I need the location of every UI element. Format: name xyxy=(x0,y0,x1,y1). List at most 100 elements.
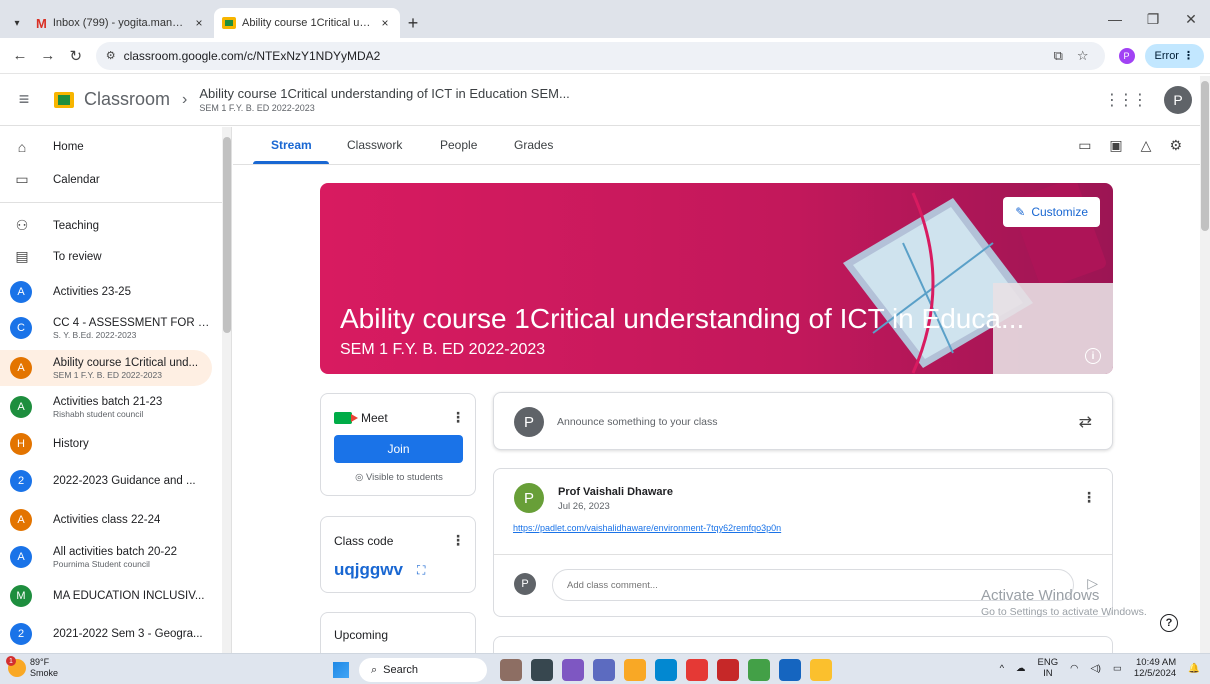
calendar-icon[interactable]: ▣ xyxy=(1109,137,1122,154)
sidebar-scrollbar[interactable] xyxy=(222,127,231,653)
taskbar-app-word-icon[interactable] xyxy=(779,659,801,681)
weather-widget[interactable]: 1 89°F Smoke xyxy=(6,656,58,679)
class-subtitle: SEM 1 F.Y. B. ED 2022-2023 xyxy=(199,103,315,113)
class-banner: ✎ Customize Ability course 1Critical und… xyxy=(320,183,1113,374)
sidebar-class-item[interactable]: A Activities class 22-24 xyxy=(0,502,212,538)
tab-title: Inbox (799) - yogita.mandole@... xyxy=(52,17,186,29)
tab-people[interactable]: People xyxy=(440,138,477,152)
more-vert-icon[interactable]: ⋮ xyxy=(451,409,465,426)
sidebar-class-item-active[interactable]: A Ability course 1Critical und... SEM 1 F… xyxy=(0,350,212,386)
class-code-label: Class code xyxy=(334,534,394,548)
reload-icon[interactable]: ↻ xyxy=(62,42,90,70)
sidebar-class-item[interactable]: A All activities batch 20-22 Pournima Stu… xyxy=(0,539,212,575)
sidebar-item-label: Home xyxy=(53,141,84,153)
taskbar-app-edge-icon[interactable] xyxy=(655,659,677,681)
wifi-icon[interactable]: ◠ xyxy=(1070,663,1078,674)
sidebar-class-item[interactable]: C CC 4 - ASSESSMENT FOR L... S. Y. B.Ed. … xyxy=(0,310,212,346)
taskbar-app-acrobat-icon[interactable] xyxy=(717,659,739,681)
class-name: 2021-2022 Sem 3 - Geogra... xyxy=(53,628,203,640)
bookmark-star-icon[interactable]: ☆ xyxy=(1077,48,1089,64)
taskbar-app-copilot-icon[interactable] xyxy=(562,659,584,681)
browser-tab-gmail[interactable]: M Inbox (799) - yogita.mandole@... × xyxy=(28,8,214,38)
weather-badge: 1 xyxy=(6,656,16,666)
sidebar-class-item[interactable]: A Activities batch 21-23 Rishabh student … xyxy=(0,389,212,425)
tab-close-icon[interactable]: × xyxy=(378,16,392,30)
breadcrumb: Ability course 1Critical understanding o… xyxy=(199,86,569,113)
main-menu-icon[interactable]: ≡ xyxy=(0,89,48,110)
clock[interactable]: 10:49 AM 12/5/2024 xyxy=(1134,657,1176,679)
sidebar-item-teaching[interactable]: ⚇ Teaching xyxy=(0,217,218,234)
class-name: Ability course 1Critical und... xyxy=(53,356,199,369)
chevron-up-icon[interactable]: ^ xyxy=(1000,663,1004,674)
sidebar-item-home[interactable]: ⌂ Home xyxy=(0,139,218,155)
class-code-value: uqjggwv xyxy=(334,560,403,579)
tab-classwork[interactable]: Classwork xyxy=(347,138,402,152)
taskbar-search[interactable]: ⌕ Search xyxy=(359,658,487,682)
join-button[interactable]: Join xyxy=(334,435,463,463)
customize-label: Customize xyxy=(1031,205,1088,219)
avatar[interactable]: P xyxy=(1164,86,1192,114)
sidebar-class-item[interactable]: 2 2022-2023 Guidance and ... xyxy=(0,463,212,499)
language-indicator[interactable]: ENG IN xyxy=(1038,657,1059,679)
site-info-icon[interactable]: ⚙ xyxy=(106,49,116,62)
taskbar-app-chrome-icon[interactable] xyxy=(686,659,708,681)
fullscreen-icon[interactable]: ⛶ xyxy=(417,563,425,578)
announce-prompt[interactable]: Announce something to your class xyxy=(557,416,718,428)
help-icon[interactable]: ? xyxy=(1160,614,1178,632)
sidebar-class-item[interactable]: A Activities 23-25 xyxy=(0,274,212,310)
sidebar-item-calendar[interactable]: ▭ Calendar xyxy=(0,171,218,188)
more-vert-icon[interactable]: ⋮ xyxy=(1082,489,1096,506)
onedrive-icon[interactable]: ☁ xyxy=(1016,663,1026,674)
tab-search-icon[interactable]: ▾ xyxy=(6,8,28,38)
browser-profile-avatar[interactable]: P xyxy=(1118,47,1135,64)
taskbar-app-chrome-2-icon[interactable] xyxy=(810,659,832,681)
app-name[interactable]: Classroom xyxy=(84,89,170,110)
notification-bell-icon[interactable]: 🔔 xyxy=(1188,663,1200,674)
google-apps-icon[interactable]: ⋮⋮⋮ xyxy=(1104,90,1148,110)
post-link[interactable]: https://padlet.com/vaishalidhaware/envir… xyxy=(513,523,781,533)
forward-icon[interactable]: → xyxy=(34,42,62,70)
clock-time: 10:49 AM xyxy=(1136,657,1177,668)
customize-button[interactable]: ✎ Customize xyxy=(1003,197,1100,227)
windows-start-icon[interactable] xyxy=(333,662,349,678)
tab-grades[interactable]: Grades xyxy=(514,138,553,152)
restore-icon[interactable]: ❐ xyxy=(1134,0,1172,38)
omnibox[interactable]: ⚙ classroom.google.com/c/NTExNzY1NDYyMDA… xyxy=(95,41,1105,70)
minimize-icon[interactable]: — xyxy=(1096,0,1134,38)
taskbar-app-chrome-profile-icon[interactable] xyxy=(748,659,770,681)
repost-icon[interactable]: ⇄ xyxy=(1079,412,1092,432)
drive-icon[interactable]: △ xyxy=(1141,137,1152,154)
upcoming-label: Upcoming xyxy=(334,628,389,642)
sidebar-class-item[interactable]: M MA EDUCATION INCLUSIV... xyxy=(0,578,212,614)
taskbar-app-explorer-icon[interactable] xyxy=(624,659,646,681)
visible-to-students-note: ◎ Visible to students xyxy=(321,472,477,483)
more-vert-icon[interactable]: ⋮ xyxy=(451,532,465,549)
info-icon[interactable]: i xyxy=(1085,348,1101,364)
sidebar-class-item[interactable]: 2 2021-2022 Sem 3 - Geogra... xyxy=(0,616,212,652)
cast-icon[interactable]: ⧉ xyxy=(1054,48,1063,64)
video-call-icon[interactable]: ▭ xyxy=(1078,137,1091,154)
scrollbar-thumb[interactable] xyxy=(1201,81,1209,231)
close-window-icon[interactable]: ✕ xyxy=(1172,0,1210,38)
volume-icon[interactable]: ◁) xyxy=(1090,663,1100,674)
scrollbar-thumb[interactable] xyxy=(223,137,231,333)
meet-icon xyxy=(334,412,358,424)
main-scrollbar[interactable] xyxy=(1200,76,1210,653)
url-text[interactable]: classroom.google.com/c/NTExNzY1NDYyMDA2 xyxy=(124,49,1046,63)
sidebar-item-to-review[interactable]: ▤ To review xyxy=(0,248,218,265)
error-button[interactable]: Error ⋮ xyxy=(1144,43,1204,68)
back-icon[interactable]: ← xyxy=(6,42,34,70)
announce-card[interactable]: P Announce something to your class ⇄ xyxy=(493,392,1113,450)
tab-close-icon[interactable]: × xyxy=(192,16,206,30)
settings-gear-icon[interactable]: ⚙ xyxy=(1169,137,1182,154)
browser-tab-classroom[interactable]: Ability course 1Critical understa × xyxy=(214,8,400,38)
taskbar-app-game-icon[interactable] xyxy=(500,659,522,681)
taskbar-app-widgets-icon[interactable] xyxy=(531,659,553,681)
new-tab-button[interactable]: + xyxy=(400,8,426,38)
tab-title: Ability course 1Critical understa xyxy=(242,17,372,29)
sidebar-class-item[interactable]: H History xyxy=(0,426,212,462)
taskbar-app-teams-icon[interactable] xyxy=(593,659,615,681)
tab-stream[interactable]: Stream xyxy=(271,138,312,152)
battery-icon[interactable]: ▭ xyxy=(1113,663,1122,674)
classroom-logo-icon[interactable] xyxy=(54,91,74,108)
